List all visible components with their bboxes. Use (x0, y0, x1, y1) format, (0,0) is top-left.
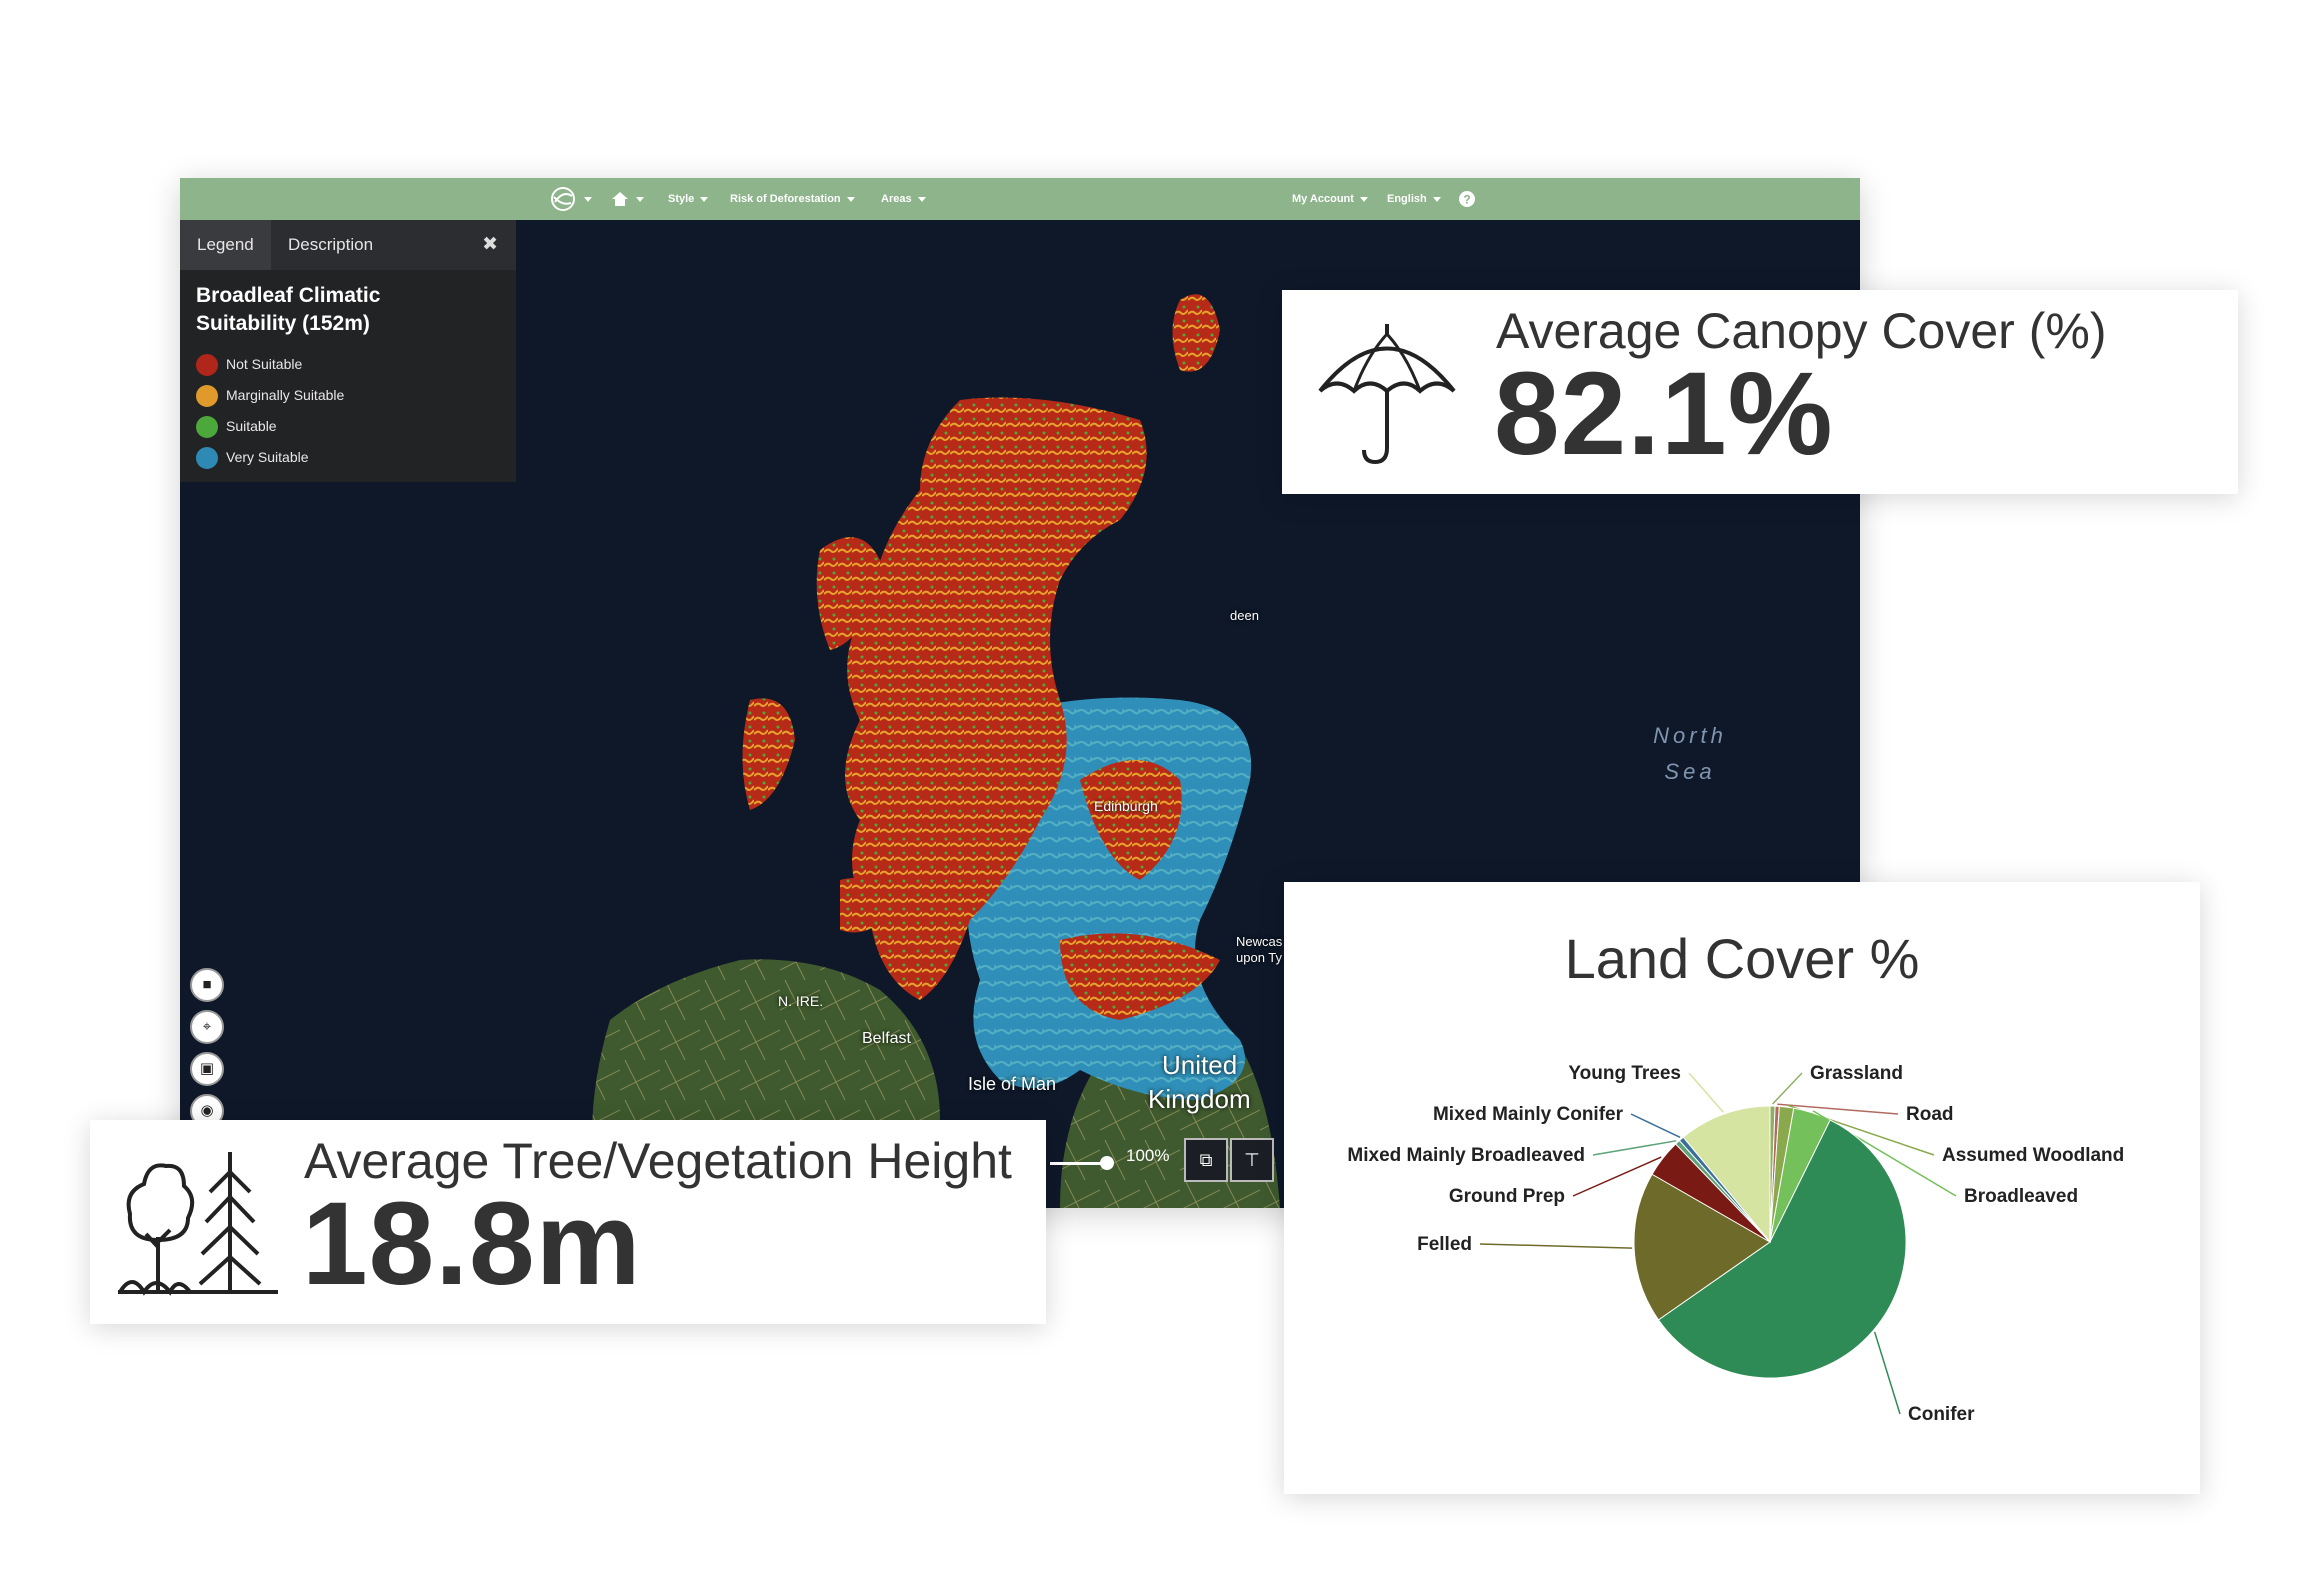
land-cover-card: Land Cover % Grassland Road Assumed Woodla… (1284, 882, 2200, 1494)
legend-item-very-suitable: Very Suitable (196, 445, 309, 470)
pie-connector-felled (1479, 1243, 1633, 1249)
pie-label-grassland: Grassland (1810, 1063, 1903, 1084)
pie-connector-young-trees (1688, 1072, 1724, 1113)
pie-label-mixed-mainly-broadleaved: Mixed Mainly Broadleaved (1347, 1145, 1585, 1166)
top-nav-bar: Style Risk of Deforestation Areas My Acc… (180, 178, 1860, 220)
legend-swatch-very-suitable (196, 447, 218, 470)
legend-swatch-not-suitable (196, 354, 218, 377)
locate-icon[interactable]: ⌖ (190, 1010, 224, 1044)
map-label-north-sea: North Sea (1653, 723, 1727, 784)
map-label-edinburgh: Edinburgh (1094, 798, 1158, 814)
layers-button[interactable]: ⧉ (1184, 1138, 1228, 1182)
pie-label-assumed-woodland: Assumed Woodland (1942, 1145, 2124, 1166)
pie-label-mixed-mainly-conifer: Mixed Mainly Conifer (1433, 1104, 1624, 1125)
map-label-united: United (1162, 1050, 1238, 1080)
nav-areas[interactable]: Areas (881, 178, 926, 220)
pie-label-ground-prep: Ground Prep (1449, 1186, 1565, 1207)
tab-legend[interactable]: Legend (180, 220, 271, 270)
nav-my-account[interactable]: My Account (1292, 178, 1368, 220)
legend-title: Broadleaf Climatic Suitability (152m) (196, 284, 381, 335)
compare-button[interactable]: ⊤ (1230, 1138, 1274, 1182)
home-icon[interactable] (610, 178, 644, 220)
legend-swatch-marginally-suitable (196, 385, 218, 408)
pie-connector-grassland (1772, 1072, 1803, 1105)
pie-connector-mixed-mainly-conifer (1630, 1113, 1681, 1139)
pie-label-road: Road (1906, 1104, 1954, 1125)
map-label-kingdom: Kingdom (1148, 1084, 1251, 1114)
pie-label-broadleaved: Broadleaved (1964, 1186, 2078, 1207)
canopy-cover-value: 82.1% (1494, 348, 1834, 480)
pie-label-conifer: Conifer (1908, 1404, 1975, 1425)
opacity-slider-handle[interactable] (1100, 1156, 1114, 1170)
legend-tabs: Legend Description ✖ (180, 220, 516, 270)
nav-language[interactable]: English (1387, 178, 1441, 220)
pie-label-young-trees: Young Trees (1568, 1063, 1681, 1084)
select-area-icon[interactable]: ▣ (190, 1052, 224, 1086)
map-label-newcastle-1: Newcas (1236, 934, 1283, 949)
svg-text:?: ? (1463, 193, 1470, 207)
canopy-cover-card: Average Canopy Cover (%) 82.1% (1282, 290, 2238, 494)
legend-item-suitable: Suitable (196, 414, 277, 439)
pie-connector-mixed-mainly-broadleaved (1592, 1140, 1677, 1156)
trees-icon (118, 1152, 278, 1296)
tree-height-value: 18.8m (302, 1178, 642, 1310)
tab-description[interactable]: Description (288, 220, 373, 270)
save-map-button[interactable]: ■ (190, 968, 224, 1002)
legend-panel: Legend Description ✖ Broadleaf Climatic … (180, 220, 516, 482)
legend-item-not-suitable: Not Suitable (196, 352, 302, 377)
opacity-value: 100% (1126, 1146, 1170, 1165)
map-label-aberdeen: deen (1230, 608, 1259, 623)
map-label-isle-of-man: Isle of Man (968, 1074, 1057, 1094)
map-label-belfast: Belfast (862, 1030, 911, 1047)
nav-risk-of-deforestation[interactable]: Risk of Deforestation (730, 178, 855, 220)
land-cover-pie-chart: GrasslandRoad Assumed Woodland Broadleaved… (1347, 1063, 2124, 1425)
map-label-newcastle-2: upon Ty (1236, 950, 1283, 965)
umbrella-icon (1318, 324, 1456, 465)
tree-height-card: Average Tree/Vegetation Height 18.8m (90, 1120, 1046, 1324)
help-icon[interactable]: ? (1458, 178, 1476, 220)
nav-style[interactable]: Style (668, 178, 709, 220)
pie-connector-conifer (1873, 1331, 1901, 1415)
pie-label-felled: Felled (1417, 1234, 1472, 1255)
map-label-n-ire: N. IRE. (778, 993, 824, 1009)
logo-icon[interactable] (548, 178, 592, 220)
close-icon[interactable]: ✖ (482, 220, 498, 270)
legend-swatch-suitable (196, 416, 218, 439)
legend-item-marginally-suitable: Marginally Suitable (196, 383, 344, 408)
